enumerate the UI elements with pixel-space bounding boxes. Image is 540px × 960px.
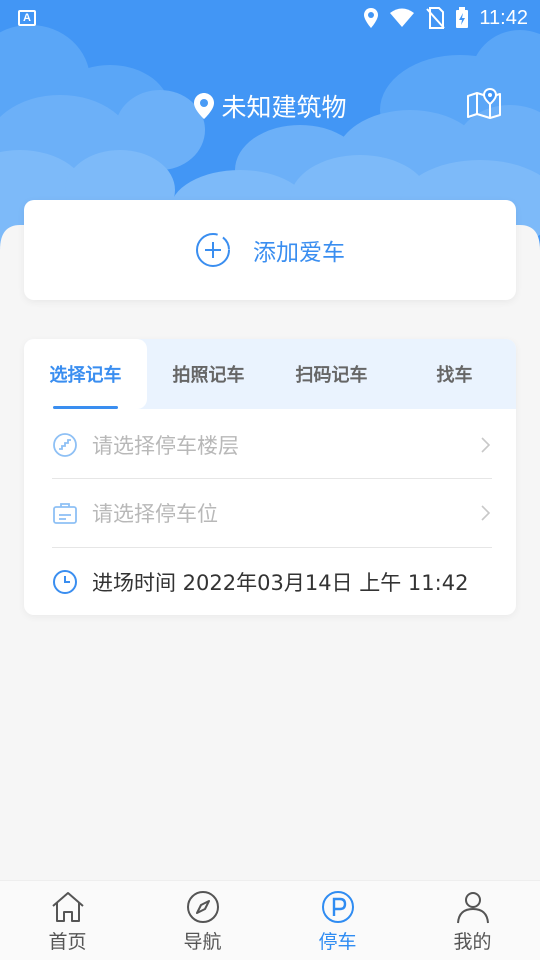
no-sim-icon [426,7,446,29]
location-status-icon [364,8,379,28]
clock-icon [53,570,77,594]
nav-parking-label: 停车 [318,931,357,953]
status-bar: A 11:42 [0,0,540,36]
nav-home[interactable]: 首页 [0,881,135,960]
nav-navigation[interactable]: 导航 [135,881,270,960]
spot-select-placeholder: 请选择停车位 [92,502,218,526]
spot-select-row[interactable]: 请选择停车位 [52,479,492,547]
tab-scan-record[interactable]: 扫码记车 [270,339,393,409]
chevron-right-icon [481,505,491,521]
add-car-label: 添加爱车 [253,240,345,266]
user-icon [456,892,489,924]
location-pin-icon [194,93,215,119]
floor-select-row[interactable]: 请选择停车楼层 [52,411,492,479]
floor-select-placeholder: 请选择停车楼层 [92,434,239,458]
home-icon [51,892,84,922]
location-name: 未知建筑物 [221,93,347,122]
compass-icon [186,891,219,923]
nav-navigation-label: 导航 [183,931,222,953]
tab-find-car[interactable]: 找车 [393,339,516,409]
entry-time-row[interactable]: 进场时间 2022年03月14日 上午 11:42 [52,548,492,615]
chevron-right-icon [481,437,491,453]
nav-parking[interactable]: 停车 [270,881,405,960]
battery-charging-icon [456,7,469,28]
nav-profile[interactable]: 我的 [405,881,540,960]
entry-time-text: 进场时间 2022年03月14日 上午 11:42 [92,571,469,595]
nav-profile-label: 我的 [453,931,492,953]
tab-select-record[interactable]: 选择记车 [24,339,147,409]
current-location[interactable]: 未知建筑物 [0,88,540,124]
clock: 11:42 [479,6,528,29]
floor-icon [53,433,77,457]
record-tabs: 选择记车 拍照记车 扫码记车 找车 [24,339,516,409]
bottom-navigation: 首页 导航 停车 我的 [0,880,540,960]
parking-icon [321,891,354,923]
wifi-icon [390,8,415,27]
nav-home-label: 首页 [48,931,87,953]
tab-photo-record[interactable]: 拍照记车 [147,339,270,409]
app-badge-icon: A [18,10,36,26]
parking-spot-icon [53,503,77,524]
add-circle-icon [196,233,230,267]
parking-record-card: 选择记车 拍照记车 扫码记车 找车 请选择停车楼层 请选择停车位 进场时间 20… [24,339,516,615]
add-car-button[interactable]: 添加爱车 [24,200,516,300]
map-icon[interactable] [466,88,502,120]
